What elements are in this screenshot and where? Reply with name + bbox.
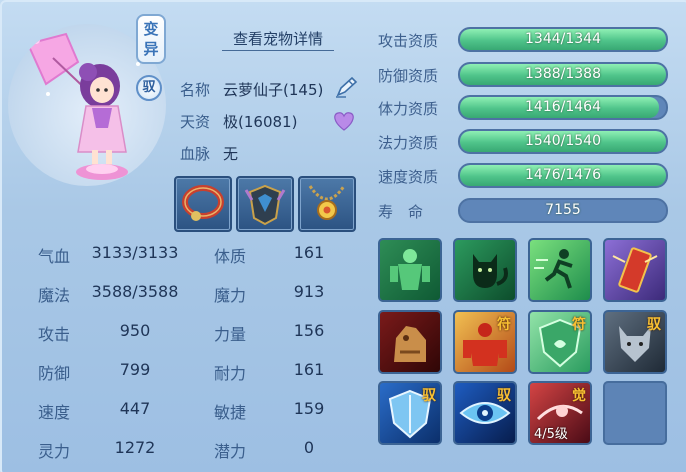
armor-icon [244, 184, 286, 226]
skill-yu-tag: 驭 [422, 388, 436, 404]
stat-label: 魔法 [38, 286, 71, 305]
aptitude-bar: 1388/1388 [458, 62, 668, 87]
skill-defense-talisman[interactable]: 符 [528, 310, 592, 374]
aptitude-label: 攻击资质 [378, 32, 439, 50]
awaken-level: 4/5级 [534, 427, 568, 442]
skill-yu-tag: 驭 [497, 388, 511, 404]
stat-label: 气血 [38, 247, 71, 266]
skill-empty-slot[interactable] [603, 381, 667, 445]
mutation-badge-text: 变异 [143, 20, 159, 58]
skill-spirit-cat[interactable] [453, 238, 517, 302]
attribute-value: 913 [293, 282, 325, 301]
skill-fu-tag: 符 [572, 317, 586, 333]
aptitude-bar: 1416/1464 [458, 95, 668, 120]
aptitude-label: 天资 [180, 113, 211, 131]
skill-tamed-eye[interactable]: 驭 [453, 381, 517, 445]
armor-equipment-slot[interactable] [236, 176, 294, 232]
lifespan-value: 7155 [545, 202, 581, 218]
name-label: 名称 [180, 81, 211, 99]
skill-fu-tag: 符 [497, 317, 511, 333]
purple-heart-icon[interactable] [331, 110, 357, 132]
stat-value: 1272 [114, 438, 156, 457]
running-figure-icon [534, 249, 573, 289]
talisman-icon [612, 247, 658, 293]
attribute-value: 0 [303, 438, 315, 457]
attribute-label: 体质 [214, 247, 247, 266]
skill-strength-talisman[interactable]: 符 [453, 310, 517, 374]
attribute-value: 156 [293, 321, 325, 340]
aptitude-bar: 1344/1344 [458, 27, 668, 52]
view-pet-details-link[interactable]: 查看宠物详情 [222, 28, 334, 51]
stat-label: 灵力 [38, 442, 71, 461]
skill-wolf[interactable]: 驭 [603, 310, 667, 374]
aptitude-value: 极(16081) [223, 113, 298, 131]
green-humanoid-icon [390, 249, 430, 290]
stat-value: 447 [119, 399, 151, 418]
stat-value: 3588/3588 [91, 282, 179, 301]
pet-detail-panel: { "header": { "badge_transform": "变异", "… [0, 0, 686, 472]
skill-awaken[interactable]: 觉 4/5级 [528, 381, 592, 445]
attribute-value: 159 [293, 399, 325, 418]
skill-jue-tag: 觉 [572, 388, 586, 404]
attribute-label: 耐力 [214, 364, 247, 383]
cat-silhouette-icon [473, 254, 508, 288]
aptitude-value: 1540/1540 [525, 133, 601, 149]
bloodline-label: 血脉 [180, 145, 211, 163]
attribute-label: 敏捷 [214, 403, 247, 422]
attribute-label: 潜力 [214, 442, 247, 461]
aptitude-bar: 1540/1540 [458, 129, 668, 154]
stat-value: 3133/3133 [91, 243, 179, 262]
skill-agility[interactable] [528, 238, 592, 302]
aptitude-value: 1416/1464 [525, 99, 601, 115]
stat-value: 950 [119, 321, 151, 340]
collar-icon [182, 185, 224, 221]
stat-label: 速度 [38, 403, 71, 422]
attribute-value: 161 [293, 243, 325, 262]
aptitude-label: 防御资质 [378, 67, 439, 85]
aptitude-value: 1344/1344 [525, 31, 601, 47]
aptitude-bar: 1476/1476 [458, 163, 668, 188]
aptitude-value: 1476/1476 [525, 167, 601, 183]
pendant-equipment-slot[interactable] [298, 176, 356, 232]
aptitude-label: 速度资质 [378, 168, 439, 186]
rename-pencil-icon[interactable] [334, 75, 360, 99]
stat-value: 799 [119, 360, 151, 379]
skill-yu-tag: 驭 [647, 317, 661, 333]
tamed-badge: 驭 [136, 75, 162, 101]
aptitude-label: 法力资质 [378, 134, 439, 152]
skill-beast-guard[interactable] [378, 310, 442, 374]
lifespan-label: 寿 命 [378, 203, 424, 221]
stat-label: 攻击 [38, 325, 71, 344]
mutation-badge: 变异 [136, 14, 166, 64]
collar-equipment-slot[interactable] [174, 176, 232, 232]
pet-name: 云萝仙子(145) [223, 81, 324, 99]
skill-body-buff[interactable] [378, 238, 442, 302]
pendant-icon [308, 185, 346, 220]
aptitude-label: 体力资质 [378, 100, 439, 118]
attribute-value: 161 [293, 360, 325, 379]
attribute-label: 魔力 [214, 286, 247, 305]
attribute-label: 力量 [214, 325, 247, 344]
skill-talisman[interactable] [603, 238, 667, 302]
skill-tamed-shield[interactable]: 驭 [378, 381, 442, 445]
stone-beast-icon [394, 326, 426, 362]
bloodline-value: 无 [223, 145, 239, 163]
lifespan-bar: 7155 [458, 198, 668, 223]
stat-label: 防御 [38, 364, 71, 383]
aptitude-value: 1388/1388 [525, 66, 601, 82]
